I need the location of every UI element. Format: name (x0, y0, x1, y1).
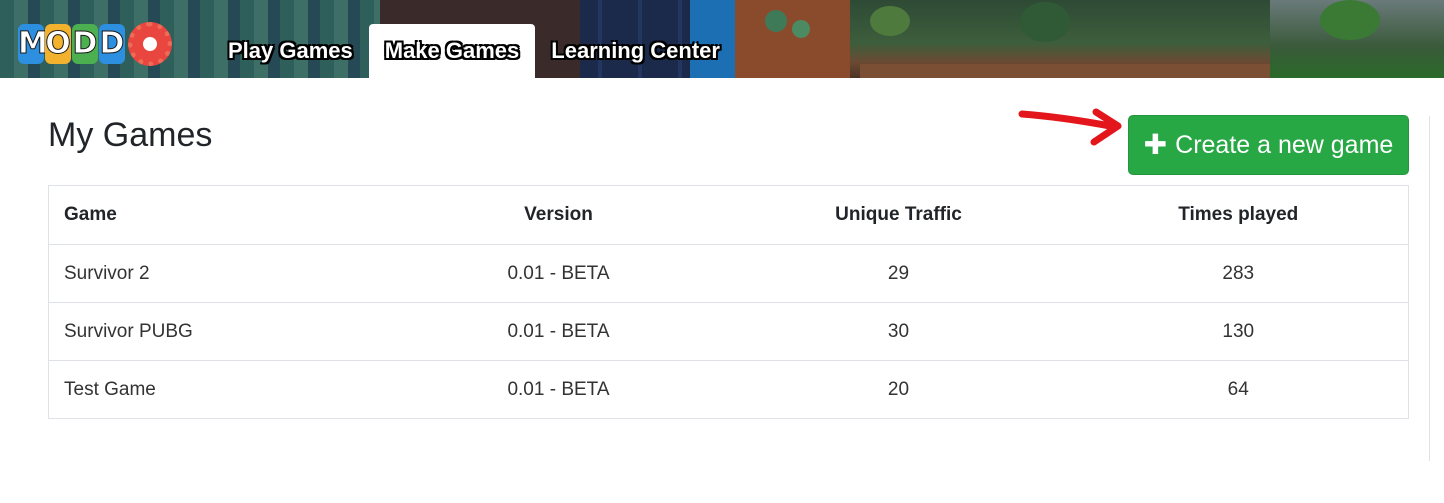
table-row[interactable]: Survivor PUBG 0.01 - BETA 30 130 (48, 302, 1409, 361)
logo-letter: M (18, 24, 48, 64)
times-played-cell: 130 (1068, 302, 1409, 361)
unique-traffic-cell: 29 (728, 244, 1069, 303)
table-header-row: Game Version Unique Traffic Times played (48, 185, 1409, 245)
plus-icon: ✚ (1143, 129, 1168, 160)
unique-traffic-cell: 30 (728, 302, 1069, 361)
column-header-times-played[interactable]: Times played (1068, 185, 1409, 245)
column-header-version[interactable]: Version (388, 185, 729, 245)
gear-hub (140, 34, 160, 54)
times-played-cell: 283 (1068, 244, 1409, 303)
logo-letter: O (45, 24, 71, 64)
logo-letter: D (72, 24, 98, 64)
times-played-cell: 64 (1068, 360, 1409, 419)
gear-icon (128, 22, 172, 66)
main-nav: Play Games Make Games Learning Center (212, 24, 736, 78)
banner-background-segment (735, 0, 850, 78)
nav-tab-make-games[interactable]: Make Games (368, 24, 536, 78)
unique-traffic-cell: 20 (728, 360, 1069, 419)
banner-decoration (792, 20, 810, 38)
annotation-arrow-icon (1018, 108, 1122, 146)
banner-decoration (1020, 2, 1070, 42)
game-name-cell[interactable]: Test Game (48, 360, 389, 419)
games-table: Game Version Unique Traffic Times played… (48, 185, 1409, 419)
table-row[interactable]: Test Game 0.01 - BETA 20 64 (48, 360, 1409, 419)
table-row[interactable]: Survivor 2 0.01 - BETA 29 283 (48, 244, 1409, 303)
game-name-cell[interactable]: Survivor 2 (48, 244, 389, 303)
banner-ground (860, 64, 1270, 78)
create-new-game-label: Create a new game (1175, 130, 1394, 159)
banner-decoration (870, 6, 910, 36)
version-cell: 0.01 - BETA (388, 360, 729, 419)
header-banner: M O D D Play Games Make Games Learning C… (0, 0, 1444, 78)
banner-decoration (1320, 0, 1380, 40)
nav-tab-play-games[interactable]: Play Games (212, 24, 369, 78)
column-header-unique-traffic[interactable]: Unique Traffic (728, 185, 1069, 245)
version-cell: 0.01 - BETA (388, 244, 729, 303)
version-cell: 0.01 - BETA (388, 302, 729, 361)
nav-tab-learning-center[interactable]: Learning Center (535, 24, 736, 78)
create-new-game-button[interactable]: ✚ Create a new game (1128, 115, 1409, 175)
game-name-cell[interactable]: Survivor PUBG (48, 302, 389, 361)
column-header-game[interactable]: Game (48, 185, 389, 245)
banner-decoration (765, 10, 787, 32)
logo-letter: D (99, 24, 125, 64)
modd-logo[interactable]: M O D D (18, 22, 172, 66)
content-divider (1429, 116, 1430, 461)
page-title: My Games (48, 116, 213, 154)
